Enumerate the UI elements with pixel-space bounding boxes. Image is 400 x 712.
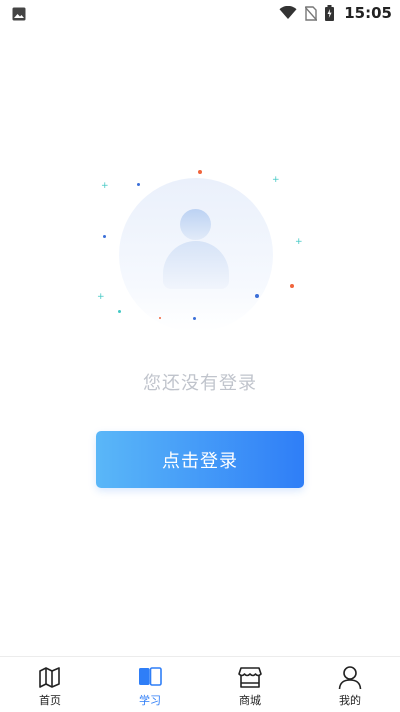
decor-sparkle: + [295, 237, 303, 247]
map-book-icon [39, 667, 60, 688]
tab-home[interactable]: 首页 [0, 657, 100, 712]
battery-charging-icon [325, 5, 335, 21]
open-book-icon [139, 667, 162, 686]
tab-store[interactable]: 商城 [200, 657, 300, 712]
image-icon [12, 7, 26, 21]
status-bar: 15:05 [0, 0, 400, 26]
tab-home-label: 首页 [39, 694, 61, 707]
decor-dot [159, 317, 161, 319]
tab-store-label: 商城 [239, 694, 261, 707]
decor-dot [290, 284, 294, 288]
status-time: 15:05 [344, 4, 392, 22]
tab-study[interactable]: 学习 [100, 657, 200, 712]
decor-dot [118, 310, 121, 313]
avatar-illustration: + + + + [90, 160, 310, 340]
decor-sparkle: + [272, 175, 280, 185]
tab-study-label: 学习 [139, 694, 161, 707]
decor-dot [193, 317, 196, 320]
store-icon [238, 667, 262, 688]
status-left [12, 6, 26, 25]
decor-sparkle: + [101, 181, 109, 191]
bottom-tab-bar: 首页 学习 商城 我的 [0, 656, 400, 712]
wifi-icon [279, 6, 297, 19]
status-right: 15:05 [279, 3, 392, 23]
decor-dot [198, 170, 202, 174]
avatar-placeholder-circle [119, 178, 273, 332]
decor-dot [103, 235, 106, 238]
not-logged-in-message: 您还没有登录 [143, 373, 257, 394]
avatar-head-shape [180, 209, 211, 240]
no-sim-icon [305, 5, 318, 21]
decor-sparkle: + [97, 292, 105, 302]
user-icon [338, 666, 362, 690]
decor-dot [255, 294, 259, 298]
tab-mine-label: 我的 [339, 694, 361, 707]
tab-mine[interactable]: 我的 [300, 657, 400, 712]
avatar-body-shape [163, 241, 229, 289]
login-button[interactable]: 点击登录 [96, 431, 304, 488]
decor-dot [137, 183, 140, 186]
